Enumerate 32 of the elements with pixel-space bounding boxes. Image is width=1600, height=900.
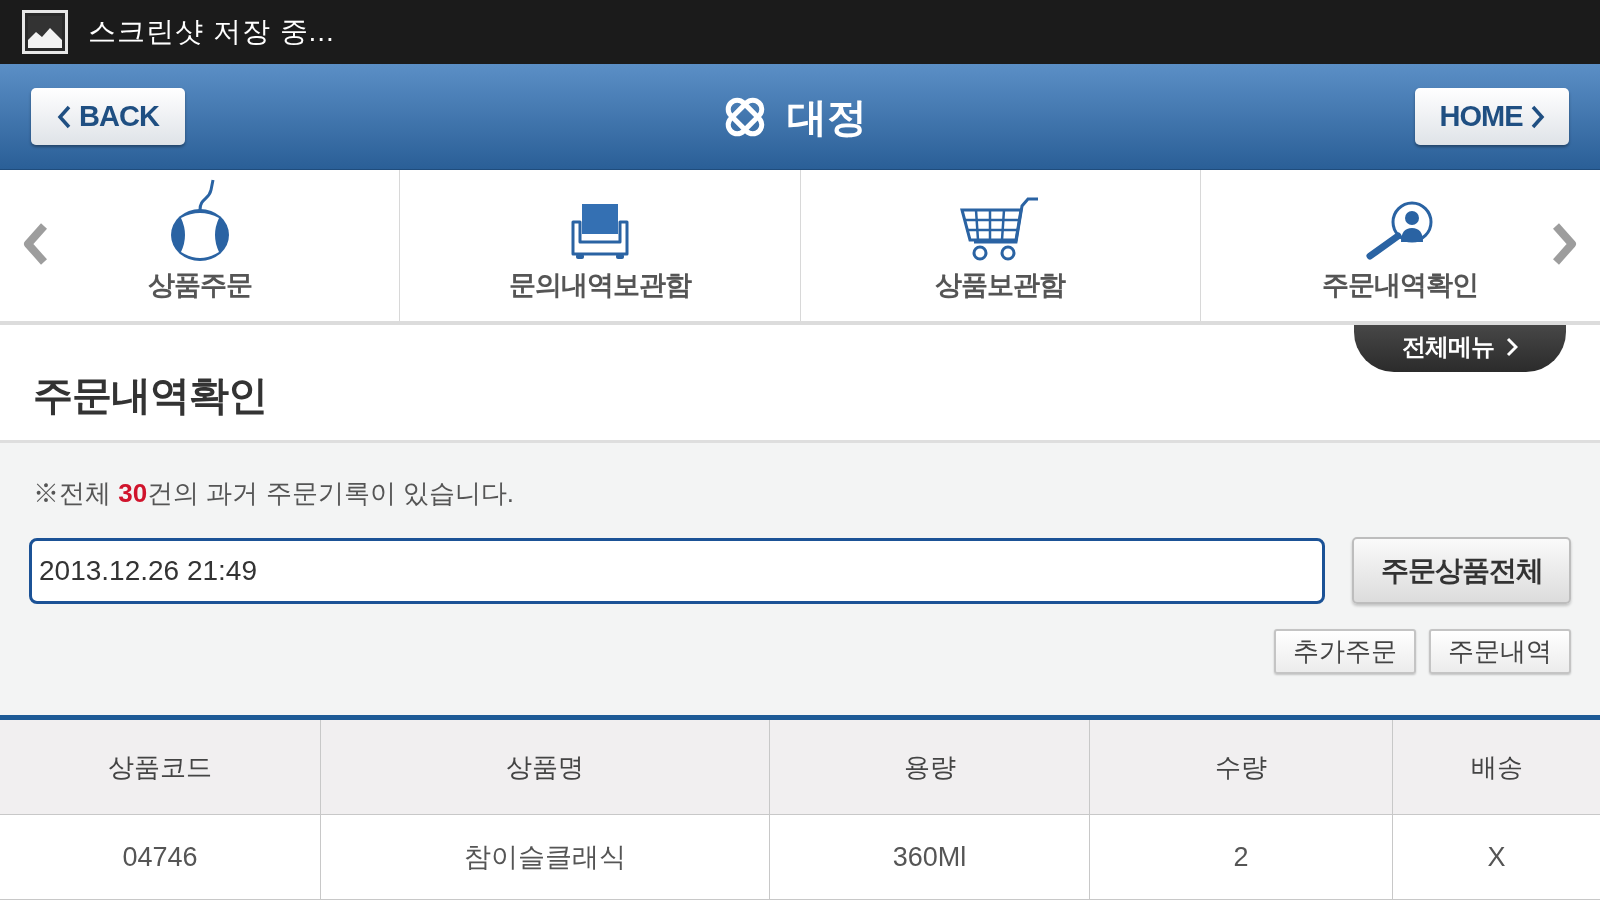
menu-item[interactable]: 주문내역확인 (1200, 170, 1600, 321)
all-items-button[interactable]: 주문상품전체 (1352, 537, 1571, 604)
status-text: 스크린샷 저장 중... (88, 18, 335, 46)
table-cell: 04746 (0, 815, 321, 899)
table-cell: 참이슬클래식 (321, 815, 770, 899)
menu-item[interactable]: 상품주문 (0, 170, 401, 321)
image-icon (22, 10, 68, 54)
chevron-right-icon[interactable] (1550, 222, 1578, 266)
table-cell-text: X (1486, 840, 1507, 874)
shopping-cart-icon (960, 196, 1041, 262)
chevron-left-icon[interactable] (22, 222, 50, 266)
column-header: 상품코드 (0, 720, 321, 814)
menu-item[interactable]: 상품보관함 (800, 170, 1201, 321)
chevron-right-icon (1506, 336, 1518, 357)
computer-mouse-icon (168, 178, 231, 262)
home-button[interactable]: HOME (1415, 88, 1569, 145)
notice-text: ※전체 30건의 과거 주문기록이 있습니다. (33, 477, 516, 510)
table-cell: 2 (1090, 815, 1393, 899)
table-cell: 360Ml (770, 815, 1090, 899)
menu-item[interactable]: 문의내역보관함 (400, 170, 801, 321)
column-header: 수량 (1090, 720, 1393, 814)
column-header: 용량 (770, 720, 1090, 814)
order-date-field[interactable]: 2013.12.26 21:49 (29, 537, 1325, 604)
chevron-left-icon (57, 104, 72, 129)
page-title: 주문내역확인 (33, 375, 267, 415)
column-header: 상품명 (321, 720, 770, 814)
action-button[interactable]: 추가주문 (1274, 629, 1416, 674)
chevron-right-icon (1530, 104, 1545, 129)
back-button[interactable]: BACK (31, 88, 185, 145)
column-header: 배송 (1469, 750, 1524, 784)
logo-text: 대정 (787, 96, 867, 137)
action-button[interactable]: 주문내역 (1429, 629, 1571, 674)
